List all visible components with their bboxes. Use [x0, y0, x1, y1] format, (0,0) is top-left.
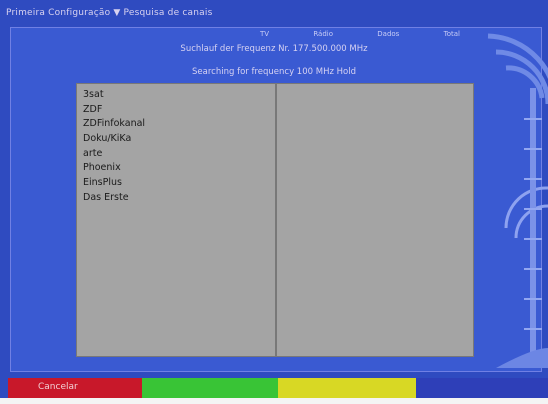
column-header-data: Dados [377, 30, 400, 38]
channel-item[interactable]: arte [83, 147, 275, 162]
left-edge-strip [0, 370, 8, 398]
channel-item[interactable]: ZDF [83, 103, 275, 118]
channel-item[interactable]: Phoenix [83, 161, 275, 176]
radio-list-pane[interactable] [276, 83, 474, 357]
green-key-button[interactable] [142, 378, 278, 398]
column-header-tv: TV [260, 30, 270, 38]
column-header-radio: Rádio [313, 30, 334, 38]
signal-waves-icon [487, 33, 548, 368]
function-key-bar: Cancelar [8, 378, 548, 398]
channel-list-pane[interactable]: 3sat ZDF ZDFinfokanal Doku/KiKa arte Pho… [76, 83, 276, 357]
channel-item[interactable]: Doku/KiKa [83, 132, 275, 147]
search-status-line: Searching for frequency 100 MHz Hold [192, 67, 356, 77]
channel-list: 3sat ZDF ZDFinfokanal Doku/KiKa arte Pho… [77, 84, 275, 206]
channel-item[interactable]: EinsPlus [83, 176, 275, 191]
tv-screen: Primeira Configuração ▼ Pesquisa de cana… [0, 0, 548, 398]
channel-item[interactable]: Das Erste [83, 191, 275, 206]
frequency-status-line: Suchlauf der Frequenz Nr. 177.500.000 MH… [180, 44, 368, 54]
column-headers: TV Rádio Dados Total [260, 30, 460, 40]
red-key-label: Cancelar [38, 382, 78, 392]
column-header-total: Total [443, 30, 460, 38]
channel-item[interactable]: 3sat [83, 88, 275, 103]
breadcrumb: Primeira Configuração ▼ Pesquisa de cana… [6, 8, 213, 18]
blue-key-button[interactable] [416, 378, 548, 398]
channel-item[interactable]: ZDFinfokanal [83, 117, 275, 132]
yellow-key-button[interactable] [278, 378, 416, 398]
red-key-cancel-button[interactable]: Cancelar [8, 378, 142, 398]
